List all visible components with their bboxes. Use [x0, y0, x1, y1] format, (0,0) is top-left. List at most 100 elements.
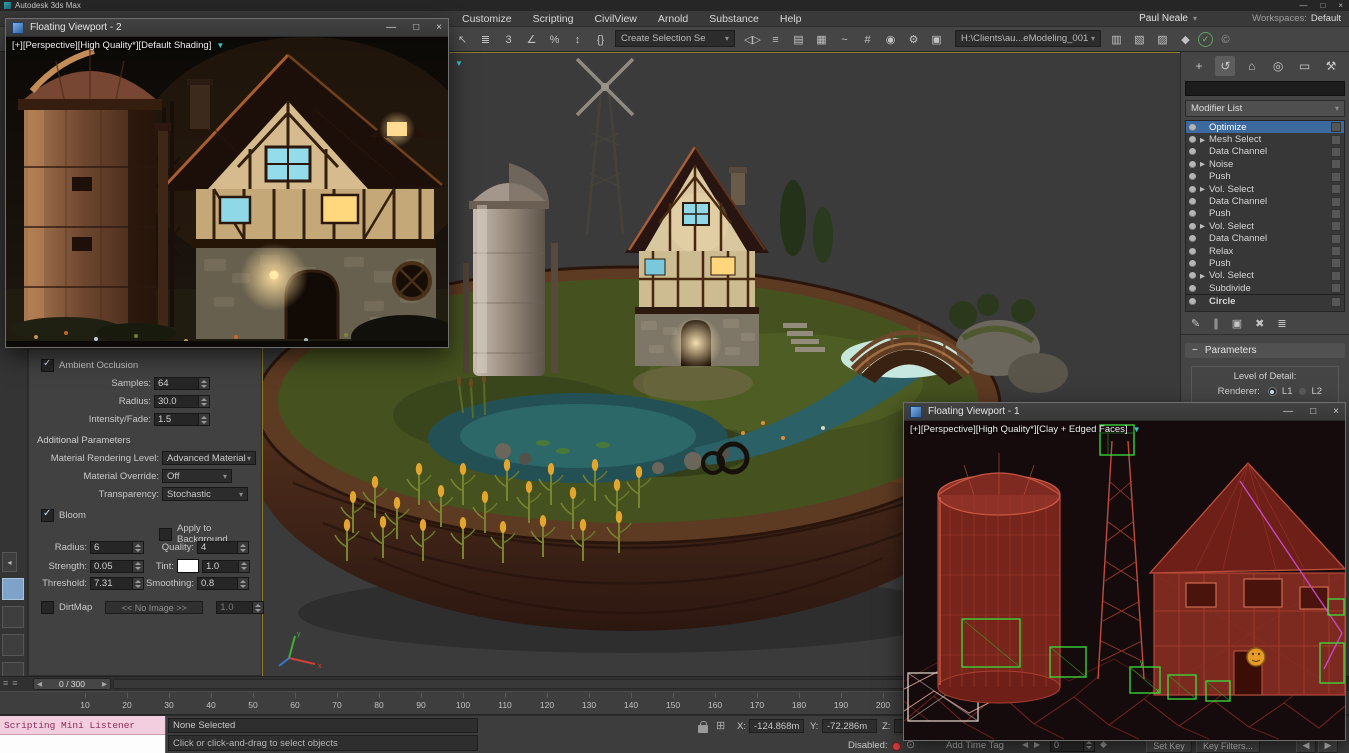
expand-arrow-icon[interactable]: ▶	[1199, 185, 1206, 193]
menu-item[interactable]: CivilView	[594, 13, 636, 25]
named-selection-sets-combo[interactable]: Create Selection Se ▾	[615, 30, 735, 47]
viewport-filter-icon[interactable]: ▼	[455, 59, 463, 68]
spinner-snap-icon[interactable]: ↕	[567, 29, 588, 50]
display-tab[interactable]: ▭	[1295, 56, 1315, 76]
menu-item[interactable]: Help	[780, 13, 802, 25]
floating-viewport-1-titlebar[interactable]: Floating Viewport - 1 — □ ×	[904, 403, 1345, 421]
schematic-view-icon[interactable]: #	[857, 29, 878, 50]
visibility-bulb-icon[interactable]	[1189, 148, 1196, 155]
render-flags-icon[interactable]: ▨	[1152, 29, 1173, 50]
modifier-stack-item[interactable]: Subdivide	[1186, 282, 1344, 294]
visibility-bulb-icon[interactable]	[1189, 124, 1196, 131]
copyright-icon[interactable]: ©	[1215, 29, 1236, 50]
visibility-bulb-icon[interactable]	[1189, 186, 1196, 193]
visibility-bulb-icon[interactable]	[1189, 223, 1196, 230]
close-button[interactable]: ×	[1333, 406, 1339, 417]
angle-snap-icon[interactable]: ∠	[521, 29, 542, 50]
visibility-bulb-icon[interactable]	[1189, 136, 1196, 143]
visibility-bulb-icon[interactable]	[1189, 272, 1196, 279]
pin-stack-icon[interactable]: ✎	[1191, 317, 1200, 330]
ambient-occlusion-checkbox[interactable]	[41, 359, 54, 372]
render-production-icon[interactable]: ◆	[1175, 29, 1196, 50]
frame-forward-icon[interactable]: ▶	[1034, 740, 1040, 749]
make-unique-icon[interactable]: ▣	[1232, 317, 1242, 330]
minimize-button[interactable]: —	[386, 22, 396, 33]
menu-item[interactable]: Substance	[709, 13, 759, 25]
utilities-tab[interactable]: ⚒	[1321, 56, 1341, 76]
tint-spinner[interactable]: 1.0	[202, 560, 250, 573]
spinner-arrows-icon[interactable]	[238, 561, 249, 572]
visibility-bulb-icon[interactable]	[1189, 173, 1196, 180]
modify-tab[interactable]: ↺	[1215, 56, 1235, 76]
modifier-stack-item[interactable]: Data Channel	[1186, 146, 1344, 158]
visibility-bulb-icon[interactable]	[1189, 285, 1196, 292]
window-minimize-button[interactable]: —	[1299, 1, 1307, 10]
select-by-name-icon[interactable]: ≣	[475, 29, 496, 50]
renderer-l2-radio[interactable]	[1298, 387, 1307, 396]
user-account-menu[interactable]: Paul Neale ▾	[1139, 11, 1197, 26]
mini-listener-script-row[interactable]	[0, 735, 165, 753]
visibility-bulb-icon[interactable]	[1189, 161, 1196, 168]
spinner-arrows-icon[interactable]	[132, 578, 143, 589]
degradation-disabled-label[interactable]: Disabled:	[848, 740, 888, 751]
select-object-icon[interactable]: ↖	[452, 29, 473, 50]
project-path-combo[interactable]: H:\Clients\au...eModeling_001 ▾	[955, 30, 1101, 47]
floating-viewport-2-window[interactable]: Floating Viewport - 2 — □ × [+][Perspect…	[5, 18, 449, 348]
y-coordinate-field[interactable]: -72.286m	[822, 719, 877, 733]
absolute-offset-mode-icon[interactable]: ⊞	[716, 719, 725, 732]
samples-spinner[interactable]: 64	[154, 377, 210, 390]
modifier-stack-item[interactable]: Optimize	[1186, 121, 1344, 133]
visibility-bulb-icon[interactable]	[1189, 210, 1196, 217]
spinner-arrows-icon[interactable]	[198, 378, 209, 389]
time-slider-handle[interactable]: ◀ 0 / 300 ▶	[33, 678, 111, 690]
maximize-button[interactable]: □	[413, 22, 419, 33]
apply-to-background-checkbox[interactable]	[159, 528, 172, 541]
expand-arrow-icon[interactable]: ▶	[1199, 222, 1206, 230]
threshold-spinner[interactable]: 7.31	[90, 577, 144, 590]
layer-explorer-icon[interactable]: ▤	[788, 29, 809, 50]
floating-viewport-1-window[interactable]: Floating Viewport - 1 — □ × [+][Perspect…	[903, 402, 1346, 741]
bloom-checkbox[interactable]	[41, 509, 54, 522]
spinner-arrows-icon[interactable]	[198, 414, 209, 425]
modifier-stack-item[interactable]: ▶ Vol. Select	[1186, 183, 1344, 195]
mini-listener-macro-row[interactable]: Scripting Mini Listener	[0, 716, 165, 735]
viewport-layout-tab[interactable]	[2, 606, 24, 628]
parameters-rollout-header[interactable]: − Parameters	[1185, 343, 1345, 358]
viewport-filter-icon[interactable]: ▼	[1133, 425, 1141, 434]
dirtmap-spinner[interactable]: 1.0	[216, 601, 264, 614]
align-icon[interactable]: ≡	[765, 29, 786, 50]
dirtmap-checkbox[interactable]	[41, 601, 54, 614]
modifier-stack-item[interactable]: Data Channel	[1186, 233, 1344, 245]
percent-snap-icon[interactable]: %	[544, 29, 565, 50]
modifier-stack-item[interactable]: ▶ Vol. Select	[1186, 220, 1344, 232]
modifier-stack-item[interactable]: Relax	[1186, 245, 1344, 257]
transparency-dropdown[interactable]: Stochastic▾	[162, 487, 248, 501]
remove-modifier-icon[interactable]: ✖	[1255, 317, 1264, 330]
maximize-button[interactable]: □	[1310, 406, 1316, 417]
modifier-stack-item[interactable]: ▶ Noise	[1186, 158, 1344, 170]
visibility-bulb-icon[interactable]	[1189, 260, 1196, 267]
curve-editor-icon[interactable]: ~	[834, 29, 855, 50]
renderer-l1-radio[interactable]	[1268, 387, 1277, 396]
frame-back-icon[interactable]: ◀	[1022, 740, 1028, 749]
render-setup-icon[interactable]: ⚙	[903, 29, 924, 50]
dirtmap-image-button[interactable]: << No Image >>	[105, 601, 203, 614]
visibility-bulb-icon[interactable]	[1189, 298, 1196, 305]
smoothing-spinner[interactable]: 0.8	[197, 577, 249, 590]
viewport-layout-tab-active[interactable]	[2, 578, 24, 600]
modifier-stack-item[interactable]: Push	[1186, 171, 1344, 183]
window-maximize-button[interactable]: □	[1320, 1, 1325, 10]
window-close-button[interactable]: ×	[1338, 1, 1343, 10]
viewport-label[interactable]: [+][Perspective][High Quality*][Default …	[12, 40, 211, 51]
strength-spinner[interactable]: 0.05	[90, 560, 144, 573]
maxscript-mini-listener[interactable]: Scripting Mini Listener	[0, 716, 166, 753]
next-frame-icon[interactable]: ▶	[102, 680, 107, 688]
spinner-arrows-icon[interactable]	[252, 602, 263, 613]
spinner-arrows-icon[interactable]	[132, 542, 143, 553]
create-tab[interactable]: +	[1189, 56, 1209, 76]
menu-item[interactable]: Customize	[462, 13, 512, 25]
viewport-label[interactable]: [+][Perspective][High Quality*][Clay + E…	[910, 424, 1128, 435]
spinner-arrows-icon[interactable]	[237, 542, 248, 553]
floating-viewport-2-canvas[interactable]: [+][Perspective][High Quality*][Default …	[6, 37, 448, 347]
modifier-stack-item[interactable]: Data Channel	[1186, 195, 1344, 207]
